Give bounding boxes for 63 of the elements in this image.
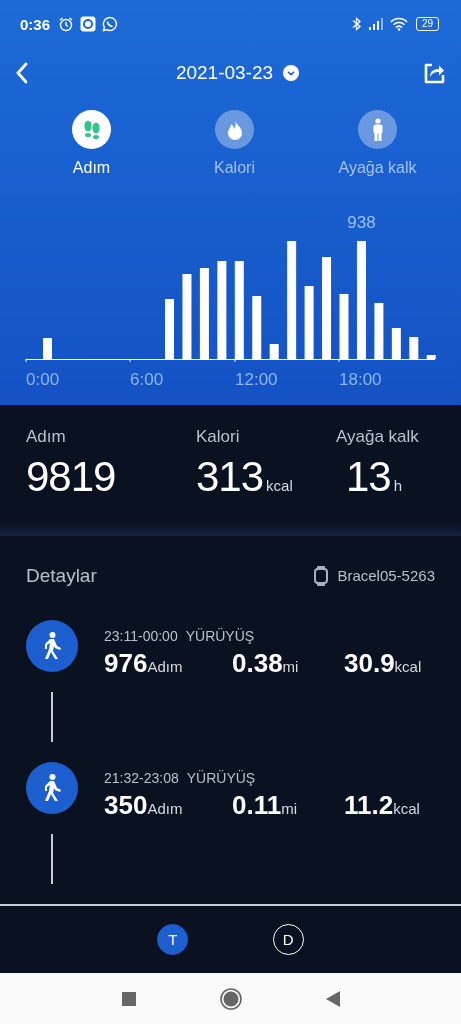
stat-label: Kalori — [196, 427, 241, 447]
back-triangle-icon[interactable] — [325, 990, 340, 1007]
recent-apps-icon[interactable] — [121, 991, 136, 1006]
axis-label: 6:00 — [130, 370, 164, 389]
stat-value: 313 — [196, 453, 264, 501]
stat-value: 9819 — [26, 453, 116, 501]
battery-indicator: 29 — [415, 17, 439, 31]
wifi-icon — [389, 17, 408, 31]
metric-value: 350 — [104, 789, 148, 821]
metric-unit: kcal — [394, 657, 422, 675]
chart-bar — [43, 338, 52, 359]
metric-value: 0.38 — [232, 647, 283, 679]
chart-bar — [374, 303, 384, 359]
peak-label: 938 — [347, 213, 376, 232]
app-icon — [80, 16, 97, 32]
metric-unit: mi — [282, 657, 299, 675]
device-name: Bracel05-5263 — [337, 567, 435, 585]
date-title[interactable]: 2021-03-23 — [175, 62, 274, 84]
back-icon[interactable] — [15, 62, 29, 84]
chart-bar — [339, 294, 349, 359]
stat-unit: kcal — [266, 477, 293, 494]
metric-unit: Adım — [147, 657, 183, 675]
metric-value: 30.9 — [344, 647, 395, 679]
metric-unit: mi — [281, 799, 297, 817]
view-tab[interactable]: T — [157, 924, 189, 956]
stat-unit: h — [393, 477, 403, 494]
walking-person-icon — [26, 761, 78, 814]
metric-unit: Adım — [147, 799, 183, 817]
chat-bubble-icon — [102, 16, 119, 32]
axis-label: 0:00 — [26, 370, 60, 389]
metric-value: 0.11 — [232, 789, 282, 821]
activity-type: YÜRÜYÜŞ — [186, 769, 256, 786]
dropdown-icon[interactable] — [283, 65, 300, 81]
home-icon[interactable] — [219, 987, 242, 1010]
chart-bar — [269, 344, 279, 359]
bluetooth-icon — [351, 16, 362, 32]
metric-unit: kcal — [393, 799, 420, 817]
stat-label: Ayağa kalk — [336, 427, 419, 447]
signal-icon — [367, 17, 384, 31]
chart-bar — [252, 296, 262, 359]
status-time: 0:36 — [20, 15, 51, 33]
metric-tab[interactable]: Kalori — [163, 106, 306, 200]
metric-value: 976 — [104, 647, 148, 679]
activity-time: 21:32-23:08 — [104, 769, 179, 786]
axis-label: 18:00 — [339, 370, 382, 389]
stat-label: Adım — [26, 427, 67, 447]
activity-time: 23:11-00:00 — [104, 627, 178, 644]
activity-type: YÜRÜYÜŞ — [185, 627, 255, 644]
standing-person-icon — [370, 117, 385, 142]
chart-bar — [391, 328, 401, 359]
chart-bar — [426, 355, 436, 359]
alarm-clock-icon — [58, 16, 75, 32]
metric-tab[interactable]: Ayağa kalk — [306, 106, 449, 200]
walking-person-icon — [26, 619, 78, 672]
share-icon[interactable] — [422, 61, 446, 85]
stat-value: 13 — [346, 453, 391, 501]
metric-tab[interactable]: Adım — [20, 106, 163, 200]
watch-icon — [314, 565, 329, 586]
chart-bar — [409, 337, 419, 359]
chart-bar — [165, 299, 174, 359]
section-title: Detaylar — [26, 564, 98, 587]
metric-value: 11.2 — [344, 789, 394, 821]
axis-label: 12:00 — [235, 370, 278, 389]
